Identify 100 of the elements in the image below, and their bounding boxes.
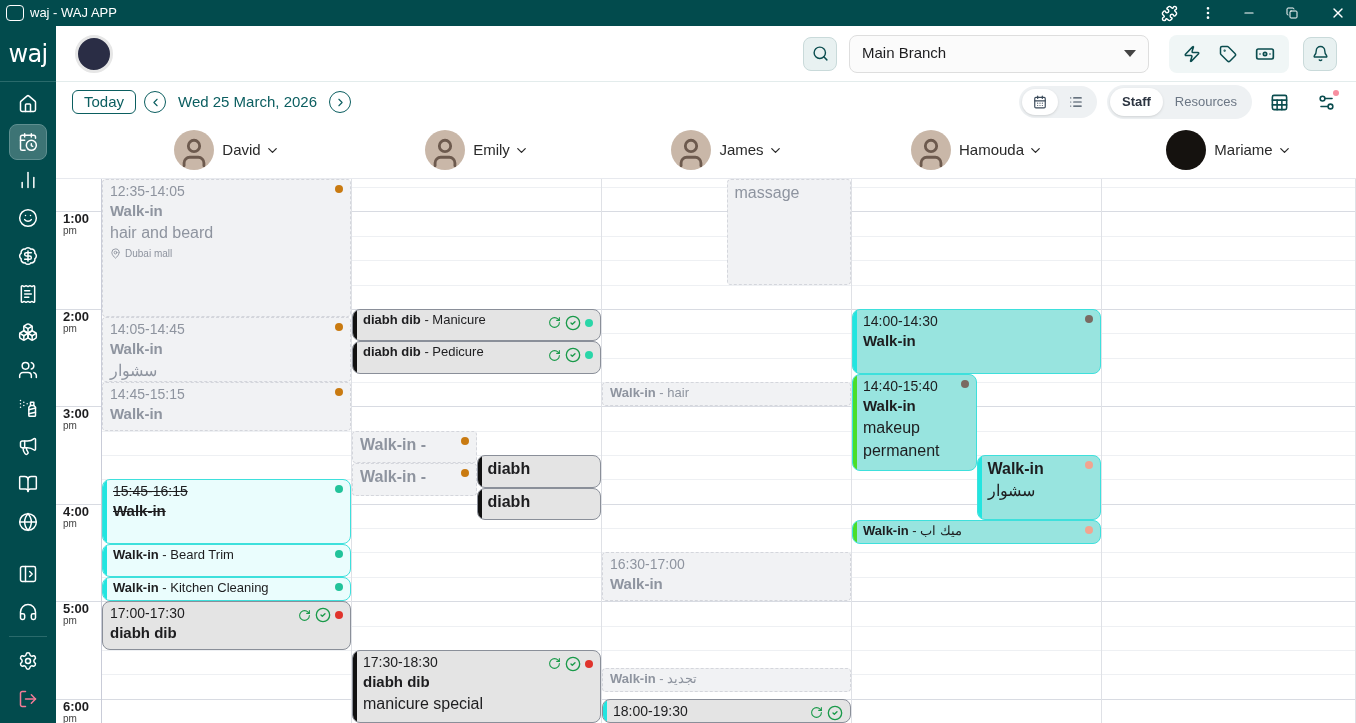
appointment-label: diabh dib - Pedicure (363, 343, 485, 362)
check-circle-icon[interactable] (827, 704, 843, 721)
refresh-icon[interactable] (298, 608, 311, 622)
panel-icon (18, 564, 38, 584)
period-label: pm (63, 616, 78, 627)
today-button[interactable]: Today (72, 90, 137, 114)
map-pin-icon (110, 248, 121, 259)
appointment-card[interactable]: diabh dib - Pedicure (352, 341, 601, 374)
check-circle-icon[interactable] (565, 314, 581, 331)
bar-chart-icon (18, 170, 38, 190)
notifications-button[interactable] (1303, 36, 1337, 71)
appointment-title: Walk-in (110, 201, 164, 221)
calendar-clock-icon (18, 132, 38, 152)
boxes-icon (18, 322, 38, 342)
check-circle-icon[interactable] (565, 655, 581, 672)
current-date: Wed 25 March, 2026 (178, 91, 317, 112)
hour-label: 4:00 (63, 504, 91, 519)
dollar-badge-icon (18, 246, 38, 266)
calendar-view-button[interactable] (1021, 89, 1058, 115)
appointment-card[interactable]: 17:30-18:30 diabh dib manicure special (352, 649, 601, 723)
appointment-card[interactable]: 17:00-17:30 diabh dib (102, 601, 351, 650)
logout-icon (18, 689, 38, 709)
appointment-location: Dubai mall (125, 247, 173, 261)
tag-icon[interactable] (1219, 44, 1237, 63)
lightning-icon[interactable] (1183, 44, 1201, 63)
appointment-title: Walk-in (110, 404, 164, 424)
appointment-title: Walk-in (863, 330, 917, 351)
restore-icon[interactable] (1286, 7, 1298, 19)
avatar (1166, 130, 1207, 170)
puzzle-icon[interactable] (1161, 4, 1178, 22)
calendar-icon (1032, 95, 1047, 109)
appointment-time: 16:30-17:00 (610, 555, 686, 575)
staff-selector[interactable]: David (222, 138, 280, 162)
appointment-service: manicure special (363, 693, 485, 714)
check-circle-icon[interactable] (565, 347, 581, 364)
refresh-icon[interactable] (548, 348, 561, 362)
hour-label: 5:00 (63, 602, 91, 617)
appointment-card[interactable]: diabh (476, 487, 601, 520)
appointment-time: 17:30-18:30 (363, 652, 439, 672)
search-icon (811, 45, 829, 62)
window-title: waj - WAJ APP (30, 4, 117, 23)
appointment-title: Walk-in (610, 574, 664, 595)
appointment-time: 12:35-14:05 (110, 182, 186, 201)
check-circle-icon[interactable] (315, 607, 331, 624)
appointment-title: Walk-in (987, 459, 1045, 480)
caret-icon (1124, 50, 1136, 57)
refresh-icon[interactable] (548, 657, 561, 671)
users-icon (18, 360, 38, 380)
appointment-title: Walk-in - (360, 467, 428, 488)
appointment-service: hair and beard (110, 223, 215, 243)
appointment-card[interactable]: 15:45-16:15 Walk-in (102, 479, 351, 545)
appointment-card[interactable]: 14:00-14:30 Walk-in (852, 308, 1101, 374)
branch-select[interactable]: Main Branch (849, 34, 1149, 73)
sidebar-item[interactable] (9, 124, 47, 160)
appointment-service: سشوار (987, 481, 1036, 502)
appointment-time: 15:45-16:15 (113, 482, 189, 502)
staff-selector[interactable]: Hamouda (958, 138, 1043, 162)
appointment-card[interactable]: 14:40-15:40 Walk-in makeup permanent (852, 373, 977, 472)
business-logo (75, 34, 113, 73)
period-label: pm (63, 421, 78, 432)
staff-selector[interactable]: James (719, 138, 783, 162)
hour-label: 3:00 (63, 407, 91, 422)
appointment-time: 14:05-14:45 (110, 320, 186, 339)
appointment-label: Walk-in - Beard Trim (113, 546, 235, 565)
book-icon (18, 474, 38, 494)
appointment-label: Walk-in - Kitchen Cleaning (113, 578, 270, 597)
staff-selector[interactable]: Mariame (1214, 138, 1292, 162)
appointment-card[interactable]: Walk-in - Beard Trim (102, 544, 351, 577)
logo: waj (8, 38, 48, 70)
search-button[interactable] (803, 36, 837, 71)
hour-label: 2:00 (63, 309, 91, 324)
period-label: pm (63, 323, 78, 334)
appointment-title: diabh (487, 459, 532, 480)
appointment-card[interactable]: diabh (476, 455, 601, 488)
staff-selector[interactable]: Emily (473, 138, 529, 162)
refresh-icon[interactable] (548, 316, 561, 330)
mode-tab[interactable]: Resources (1162, 88, 1249, 116)
appointment-time: 14:40-15:40 (863, 376, 939, 396)
refresh-icon[interactable] (810, 706, 823, 720)
appointment-service: makeup permanent (863, 417, 941, 461)
house-icon (18, 94, 38, 114)
appointment-title: Walk-in (863, 395, 917, 416)
appointment-card[interactable]: Walk-in - Kitchen Cleaning (102, 576, 351, 602)
filter-icon[interactable] (1317, 92, 1336, 112)
bell-icon (1311, 45, 1329, 62)
smiley-icon (18, 208, 38, 228)
mode-tab[interactable]: Staff (1109, 88, 1163, 116)
table-icon[interactable] (1270, 92, 1289, 112)
appointment-title: diabh dib (110, 623, 178, 644)
appointment-card[interactable]: 18:00-19:30 (602, 698, 851, 723)
spray-bottle-icon (18, 398, 38, 418)
receipt-icon (18, 284, 38, 304)
appointment-title: diabh dib (363, 671, 431, 692)
appointment-time: 17:00-17:30 (110, 604, 186, 624)
appointment-title: diabh (487, 491, 532, 512)
appointment-card[interactable]: diabh dib - Manicure (352, 308, 601, 342)
appointment-time: 14:00-14:30 (863, 311, 939, 331)
appointment-time: 14:45-15:15 (110, 385, 186, 404)
period-label: pm (63, 518, 78, 529)
headphones-icon (18, 602, 38, 622)
